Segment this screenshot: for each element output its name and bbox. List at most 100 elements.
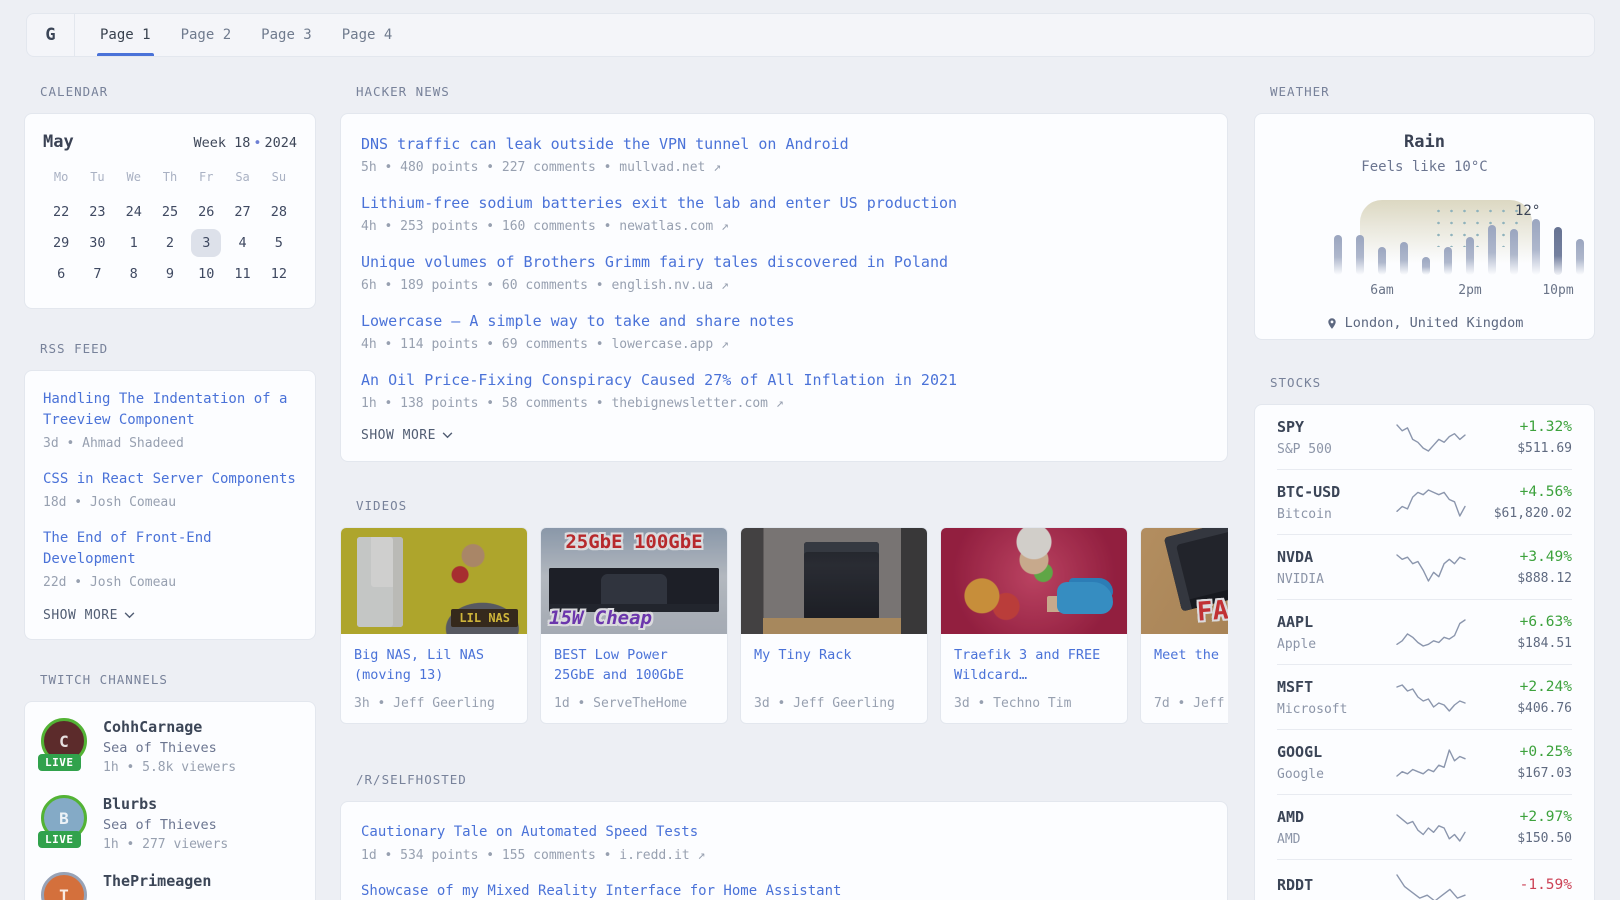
stock-row[interactable]: RDDT -1.59%	[1277, 859, 1572, 900]
hacker-news-item-title[interactable]: Lowercase – A simple way to take and sha…	[361, 311, 1207, 332]
video-card-body: Traefik 3 and FREE Wildcard… 3d • Techno…	[941, 634, 1127, 723]
weather-hour-column	[1569, 191, 1591, 275]
stock-symbol: AAPL	[1277, 613, 1395, 631]
stock-row[interactable]: MSFT Microsoft +2.24% $406.76	[1277, 664, 1572, 729]
calendar-weekday-row: MoTuWeThFrSaSu	[43, 170, 297, 193]
stocks-widget: SPY S&P 500 +1.32% $511.69 BTC-USD Bitco…	[1254, 404, 1595, 900]
thumbnail-dim-overlay	[941, 528, 1127, 634]
video-card[interactable]: Traefik 3 and FREE Wildcard… 3d • Techno…	[940, 527, 1128, 724]
rss-widget: Handling The Indentation of a Treeview C…	[24, 370, 316, 640]
video-title[interactable]: Traefik 3 and FREE Wildcard…	[954, 645, 1114, 685]
video-thumbnail[interactable]: LIL NAS	[341, 528, 527, 634]
video-card[interactable]: 25GbE 100GbE 15W Cheap BEST Low Power 25…	[540, 527, 728, 724]
weather-feels-like: Feels like 10°C	[1271, 159, 1578, 175]
rss-item-title[interactable]: Handling The Indentation of a Treeview C…	[43, 389, 297, 431]
video-title[interactable]: Meet the Linux Clu	[1154, 645, 1228, 665]
stock-identity: AMD AMD	[1277, 808, 1395, 847]
stock-row[interactable]: GOOGL Google +0.25% $167.03	[1277, 729, 1572, 794]
weather-temp-label: 12°	[1515, 203, 1540, 219]
rss-item: CSS in React Server Components 18d • Jos…	[43, 469, 297, 510]
hacker-news-item-meta: 4h • 114 points • 69 comments • lowercas…	[361, 337, 1207, 352]
twitch-channel-row[interactable]: B LIVE Blurbs Sea of Thieves 1h • 277 vi…	[41, 795, 299, 855]
video-card[interactable]: FAS Meet the Linux Clu 7d • Jeff Geerlin…	[1140, 527, 1228, 724]
stock-row[interactable]: AAPL Apple +6.63% $184.51	[1277, 599, 1572, 664]
chevron-down-icon	[442, 432, 453, 439]
stock-values: +0.25% $167.03	[1467, 744, 1572, 781]
weather-hour-bar	[1422, 257, 1430, 275]
calendar-day: 28	[264, 198, 294, 226]
page-tab[interactable]: Page 4	[327, 14, 408, 56]
selfhosted-item: Showcase of my Mixed Reality Interface f…	[361, 881, 1207, 900]
stock-identity: AAPL Apple	[1277, 613, 1395, 652]
video-thumbnail[interactable]	[941, 528, 1127, 634]
stock-row[interactable]: NVDA NVIDIA +3.49% $888.12	[1277, 534, 1572, 599]
thumbnail-dim-overlay	[1141, 528, 1228, 634]
rss-show-more-button[interactable]: SHOW MORE	[43, 608, 297, 623]
weather-hour-column	[1393, 191, 1415, 275]
hacker-news-item-meta: 6h • 189 points • 60 comments • english.…	[361, 278, 1207, 293]
stock-row[interactable]: BTC-USD Bitcoin +4.56% $61,820.02	[1277, 469, 1572, 534]
video-title[interactable]: BEST Low Power 25GbE and 100GbE Switch…	[554, 645, 714, 685]
hacker-news-item-title[interactable]: Unique volumes of Brothers Grimm fairy t…	[361, 252, 1207, 273]
selfhosted-item-title[interactable]: Cautionary Tale on Automated Speed Tests	[361, 822, 1207, 843]
calendar-day-grid: 222324252627282930123456789101112	[43, 195, 297, 288]
weather-hour-label: 10pm	[1542, 283, 1573, 298]
video-card[interactable]: LIL NAS Big NAS, Lil NAS (moving 13) 3h …	[340, 527, 528, 724]
stock-change: +0.25%	[1467, 744, 1572, 760]
rss-item-title[interactable]: CSS in React Server Components	[43, 469, 297, 490]
selfhosted-item-title[interactable]: Showcase of my Mixed Reality Interface f…	[361, 881, 1207, 900]
video-thumbnail[interactable]: 25GbE 100GbE 15W Cheap	[541, 528, 727, 634]
calendar-weekday-label: Sa	[235, 170, 249, 193]
hacker-news-show-more-button[interactable]: SHOW MORE	[361, 428, 1207, 443]
rss-item-title[interactable]: The End of Front-End Development	[43, 528, 297, 570]
calendar-day: 1	[119, 229, 149, 257]
hacker-news-item-title[interactable]: An Oil Price-Fixing Conspiracy Caused 27…	[361, 370, 1207, 391]
live-badge: LIVE	[38, 754, 81, 771]
video-title[interactable]: My Tiny Rack	[754, 645, 914, 665]
weather-hour-column	[1327, 191, 1349, 275]
calendar-day: 11	[228, 260, 258, 288]
video-thumbnail[interactable]: FAS	[1141, 528, 1228, 634]
twitch-channel-name: Blurbs	[103, 795, 228, 813]
weather-hour-column	[1481, 191, 1503, 275]
hacker-news-item-title[interactable]: Lithium-free sodium batteries exit the l…	[361, 193, 1207, 214]
stock-name: Microsoft	[1277, 702, 1395, 717]
twitch-channel-name: CohhCarnage	[103, 718, 236, 736]
video-card[interactable]: My Tiny Rack 3d • Jeff Geerling	[740, 527, 928, 724]
show-more-label: SHOW MORE	[361, 428, 436, 443]
calendar-day: 4	[228, 229, 258, 257]
page-tab[interactable]: Page 2	[166, 14, 247, 56]
videos-scroll-row[interactable]: LIL NAS Big NAS, Lil NAS (moving 13) 3h …	[340, 527, 1228, 724]
stock-row[interactable]: SPY S&P 500 +1.32% $511.69	[1277, 405, 1572, 469]
stock-symbol: GOOGL	[1277, 743, 1395, 761]
hacker-news-list: DNS traffic can leak outside the VPN tun…	[361, 134, 1207, 411]
video-title[interactable]: Big NAS, Lil NAS (moving 13)	[354, 645, 514, 685]
page-tab[interactable]: Page 1	[85, 14, 166, 56]
twitch-channel-game: Sea of Thieves	[103, 817, 228, 833]
calendar-week-info: Week 18•2024	[193, 135, 297, 151]
page-tab[interactable]: Page 3	[246, 14, 327, 56]
twitch-channel-row[interactable]: T LIVE ThePrimeagen	[41, 872, 299, 900]
twitch-section-label: TWITCH CHANNELS	[40, 672, 316, 688]
stock-symbol: MSFT	[1277, 678, 1395, 696]
weather-hour-bar	[1466, 237, 1474, 275]
selfhosted-widget: Cautionary Tale on Automated Speed Tests…	[340, 801, 1228, 900]
twitch-channel-row[interactable]: C LIVE CohhCarnage Sea of Thieves 1h • 5…	[41, 718, 299, 778]
left-column: CALENDAR May Week 18•2024 MoTuWeThFrSaSu…	[24, 80, 316, 900]
stocks-section-label: STOCKS	[1270, 375, 1595, 391]
weather-hour-column	[1415, 191, 1437, 275]
video-thumbnail[interactable]	[741, 528, 927, 634]
stocks-section: STOCKS SPY S&P 500 +1.32% $511.69 BTC-US…	[1254, 375, 1595, 900]
stock-change: +3.49%	[1467, 549, 1572, 565]
calendar-weekday-label: Tu	[90, 170, 104, 193]
calendar-weekday-label: We	[126, 170, 140, 193]
video-meta: 3h • Jeff Geerling	[354, 696, 514, 711]
stock-row[interactable]: AMD AMD +2.97% $150.50	[1277, 794, 1572, 859]
hacker-news-item-title[interactable]: DNS traffic can leak outside the VPN tun…	[361, 134, 1207, 155]
weather-hour-bar	[1532, 219, 1540, 275]
live-badge: LIVE	[38, 831, 81, 848]
video-card-body: BEST Low Power 25GbE and 100GbE Switch… …	[541, 634, 727, 723]
weather-hour-bar	[1356, 235, 1364, 275]
weather-hourly-chart: 12° 6am	[1327, 191, 1591, 275]
rss-item: The End of Front-End Development 22d • J…	[43, 528, 297, 590]
